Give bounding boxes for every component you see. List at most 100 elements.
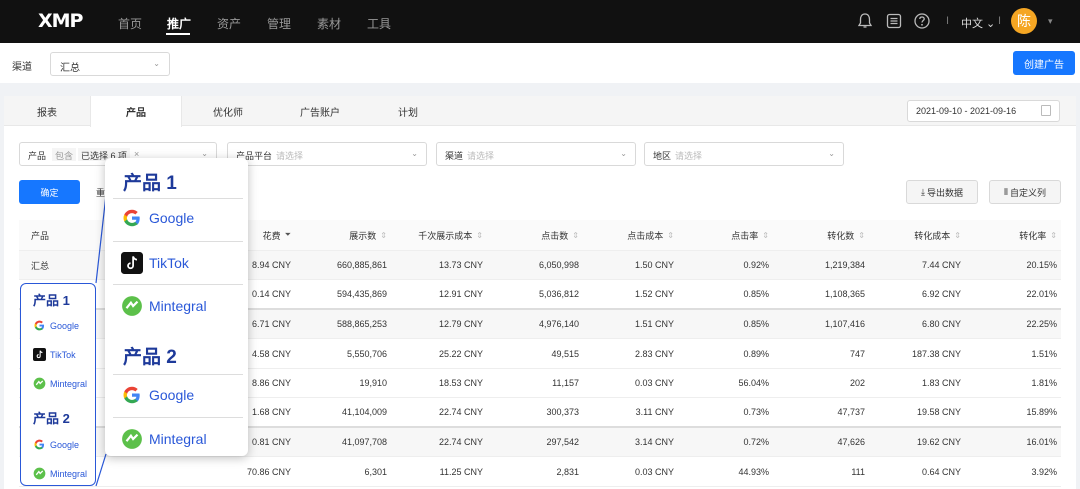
column-header[interactable]: 转化数 ⇕ [769,220,865,250]
sort-icon[interactable]: ⇕ [667,231,674,240]
table-cell: 18.53 CNY [438,378,483,388]
table-cell: 6,301 [364,466,387,477]
channel-select[interactable]: 汇总 ⌄ [50,52,170,76]
table-cell: 3.92% [1031,466,1057,477]
column-header[interactable]: 转化率 ⇕ [961,220,1057,250]
column-header[interactable]: 点击率 ⇕ [674,220,769,250]
create-ad-button[interactable]: 创建广告 [1013,51,1075,75]
mintegral-icon [33,377,46,390]
table-cell: 5,036,812 [538,289,579,299]
nav-assets[interactable]: 资产 [217,15,241,32]
product-2-google-row[interactable]: Google [33,438,79,451]
google-icon [34,439,45,450]
chevron-down-icon[interactable]: ▾ [1048,16,1053,27]
app-logo[interactable]: XMP [38,10,83,32]
product-2-google-label: Google [50,439,80,450]
nav-manage[interactable]: 管理 [267,15,291,32]
platform-filter[interactable]: 产品平台 请选择 ⌄ [227,142,427,166]
table-cell: 588,865,253 [336,319,387,329]
table-cell: 2.83 CNY [634,348,674,359]
sort-icon[interactable]: ⇕ [572,231,579,240]
table-cell: 12.91 CNY [438,289,483,299]
reset-button[interactable]: 重 [96,186,105,199]
tab-ad-account[interactable]: 广告账户 [274,96,366,126]
product-1-google-row[interactable]: Google [33,319,79,332]
table-cell: 15.89% [1026,407,1057,417]
column-header[interactable]: 点击成本 ⇕ [579,220,674,250]
table-cell: 0.03 CNY [634,378,674,388]
filter-mode-tag[interactable]: 包含 [52,148,77,161]
channel-filter[interactable]: 渠道 请选择 ⌄ [436,142,636,166]
column-header[interactable]: 展示数 ⇕ [291,220,387,250]
date-range-picker[interactable]: 2021-09-10 - 2021-09-16 [907,100,1060,122]
popover-group-1-label: 产品 1 [123,173,177,194]
table-cell: 1.52 CNY [634,289,674,299]
product-1-tiktok-row[interactable]: TikTok [33,348,76,361]
mintegral-icon [122,429,142,449]
nav-home[interactable]: 首页 [118,15,142,32]
channel-label: 渠道 [12,62,32,73]
table-cell: 0.89% [743,348,769,359]
table-cell: 49,515 [551,348,579,359]
channel-value: 汇总 [60,63,80,74]
nav-separator: I [946,15,950,27]
product-1-tiktok-label: TikTok [50,349,76,360]
help-icon[interactable] [913,12,931,30]
table-cell: 0.64 CNY [921,466,961,477]
sort-icon[interactable]: ⇕ [762,231,769,240]
avatar[interactable]: 陈 [1011,8,1037,34]
sort-icon[interactable]: ⇕ [954,231,961,240]
nav-promotion[interactable]: 推广 [167,15,191,32]
nav-materials[interactable]: 素材 [317,15,341,32]
table-cell: 187.38 CNY [911,348,961,359]
custom-columns-button[interactable]: ⦀ 自定义列 [989,180,1061,204]
region-filter[interactable]: 地区 请选择 ⌄ [644,142,844,166]
product-2-mintegral-label: Mintegral [50,468,88,479]
platform-filter-placeholder: 请选择 [276,151,304,161]
sort-icon[interactable]: ⇕ [476,231,483,240]
table-cell: 0.85% [743,289,769,299]
sort-icon[interactable]: ⇕ [380,231,387,240]
list-icon[interactable] [885,12,903,30]
tab-optimizer[interactable]: 优化师 [182,96,274,126]
column-header-label: 产品 [31,230,50,241]
table-cell: 19,910 [359,378,387,388]
sort-icon[interactable]: ⇕ [858,231,865,240]
table-cell: 1.51% [1031,348,1057,359]
column-header[interactable]: 转化成本 ⇕ [865,220,961,250]
product-2-mintegral-row[interactable]: Mintegral [33,467,87,480]
table-cell: 19.62 CNY [916,437,961,447]
tab-report[interactable]: 报表 [4,96,90,126]
export-data-label: 导出数据 [926,187,963,198]
popover-tiktok-label: TikTok [149,255,189,271]
nav-tools[interactable]: 工具 [367,15,391,32]
table-cell: 41,104,009 [341,407,387,417]
column-header[interactable]: 点击数 ⇕ [483,220,579,250]
table-cell: 13.73 CNY [438,260,483,270]
sort-icon[interactable]: ⇕ [1050,231,1057,240]
table-cell: 47,626 [837,437,865,447]
language-switch[interactable]: 中文 ⌄ [961,15,995,31]
product-1-mintegral-row[interactable]: Mintegral [33,377,87,390]
table-cell: 22.74 CNY [438,437,483,447]
table-cell: 1,219,384 [824,260,865,270]
confirm-button[interactable]: 确定 [19,180,80,204]
tab-product[interactable]: 产品 [90,96,182,127]
popover-mintegral-1: Mintegral [121,295,207,317]
table-row[interactable]: 70.86 CNY 6,301 11.25 CNY 2,831 0.03 CNY 44.9… [19,458,1061,487]
table-cell: 202 [849,378,865,388]
table-cell: 6.92 CNY [921,289,961,299]
table-cell: 6,050,998 [538,260,579,270]
export-data-button[interactable]: ⤓ 导出数据 [906,180,978,204]
table-cell: 41,097,708 [341,437,387,447]
divider [113,241,243,242]
date-range-value: 2021-09-10 - 2021-09-16 [916,106,1017,116]
table-cell: 22.25% [1026,319,1057,329]
tab-plan[interactable]: 计划 [366,96,450,126]
table-cell: 47,737 [837,407,865,417]
table-cell: 0.92% [743,260,769,270]
column-header[interactable]: 千次展示成本 ⇕ [387,220,483,250]
column-header[interactable]: 产品 [31,220,111,250]
bell-icon[interactable] [856,12,874,30]
custom-columns-label: 自定义列 [1009,187,1046,198]
